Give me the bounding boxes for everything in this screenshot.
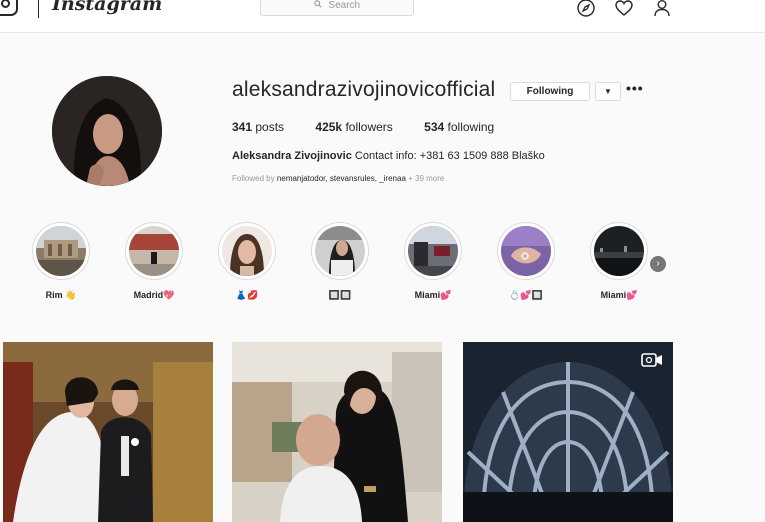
highlight-fashion[interactable]: 👗💋 [215,222,279,301]
highlight-label: Rim 👋 [45,290,77,300]
person-icon[interactable] [652,0,672,18]
following-count: 534 [424,120,445,134]
post-image [3,342,213,522]
followers-stat[interactable]: 425k followers [315,120,392,134]
post-image [463,342,673,522]
following-label: following [447,120,495,134]
search-placeholder: Search [328,0,361,11]
highlight-ring [125,222,183,280]
post-tile-family[interactable] [232,342,442,522]
followed-by-names: nemanjatodor, stevansrules, _irenaa [276,174,406,183]
highlight-label: Miami💕 [414,290,452,300]
profile-avatar[interactable] [52,76,162,186]
highlight-cover [315,226,365,276]
highlight-label: 🔲🔲 [328,290,352,300]
highlight-rim[interactable]: Rim 👋 [29,222,93,301]
highlight-ring [311,222,369,280]
followed-by-more: + 39 more [408,174,445,183]
profile-username: aleksandrazivojinovicofficial [232,78,496,101]
followed-by[interactable]: Followed by nemanjatodor, stevansrules, … [232,174,444,183]
highlight-miami-2[interactable]: Miami💕 [587,222,651,301]
highlight-cover [594,226,644,276]
heart-icon[interactable] [614,0,634,18]
highlight-label: Miami💕 [600,290,638,300]
profile-bio: Aleksandra Zivojinovic Contact info: +38… [232,150,545,162]
profile-stats: 341 posts 425k followers 534 following [232,120,522,134]
highlight-cover [501,226,551,276]
search-input[interactable]: Search [260,0,414,16]
profile-photo [52,76,162,186]
post-image [232,342,442,522]
highlight-4[interactable]: 🔲🔲 [308,222,372,301]
highlight-cover [36,226,86,276]
bio-text: Contact info: +381 63 1509 888 Blaško [354,150,545,162]
followers-count: 425k [315,120,343,134]
chevron-right-icon[interactable]: › [650,256,666,272]
dropdown-button[interactable]: ▼ [595,82,621,101]
posts-stat: 341 posts [232,120,284,134]
highlight-ring [218,222,276,280]
followers-label: followers [345,120,393,134]
highlight-miami-1[interactable]: Miami💕 [401,222,465,301]
full-name: Aleksandra Zivojinovic [232,150,352,162]
highlight-ring-photo[interactable]: 💍💕🔲 [494,222,558,301]
instagram-wordmark[interactable]: Instagram [52,0,162,15]
highlight-cover [222,226,272,276]
highlight-ring [404,222,462,280]
compass-icon[interactable] [576,0,596,18]
instagram-camera-icon[interactable] [0,0,18,16]
highlight-ring [497,222,555,280]
highlight-label: 👗💋 [235,290,259,300]
more-options-button[interactable]: ••• [626,80,644,96]
caret-down-icon: ▼ [604,87,612,96]
post-tile-dome-video[interactable] [463,342,673,522]
search-icon [314,0,325,10]
highlight-cover [129,226,179,276]
posts-label: posts [255,120,285,134]
logo-divider [38,0,39,18]
highlight-label: 💍💕🔲 [509,290,543,300]
following-stat[interactable]: 534 following [424,120,494,134]
following-button[interactable]: Following [510,82,590,101]
followed-by-prefix: Followed by [232,174,275,183]
highlight-cover [408,226,458,276]
highlight-madrid[interactable]: Madrid💖 [122,222,186,301]
highlight-label: Madrid💖 [133,290,175,300]
video-camera-icon [641,353,662,367]
post-tile-wedding[interactable] [3,342,213,522]
highlight-ring [32,222,90,280]
posts-count: 341 [232,120,253,134]
top-navigation-bar: Instagram Search [0,0,765,33]
highlight-ring [590,222,648,280]
